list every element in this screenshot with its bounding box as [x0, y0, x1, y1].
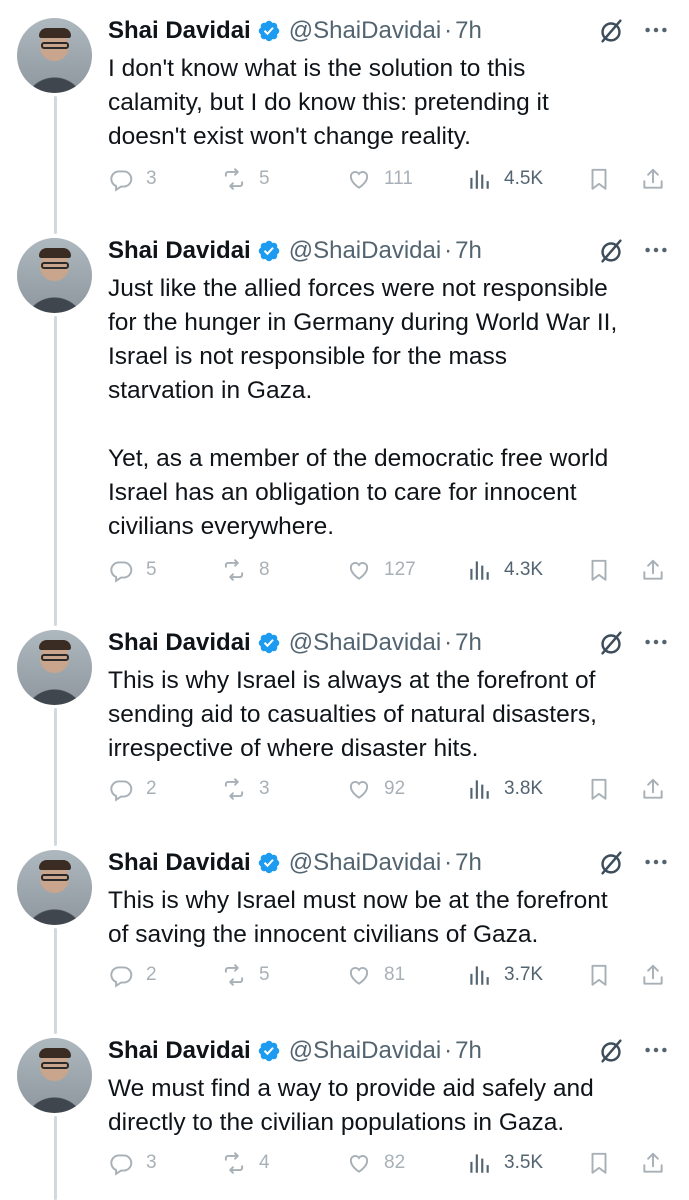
views-icon	[466, 1150, 498, 1176]
timestamp[interactable]: 7h	[455, 629, 482, 657]
timestamp[interactable]: 7h	[455, 1037, 482, 1065]
avatar-hair	[39, 640, 71, 650]
more-icon[interactable]	[641, 847, 671, 877]
views-wrapper: 3.5K	[108, 1146, 671, 1180]
views-count: 4.3K	[504, 559, 544, 580]
tweet-header: Shai Davidai @ShaiDavidai · 7h	[108, 1034, 669, 1068]
verified-badge-icon[interactable]	[257, 1039, 281, 1063]
separator-dot: ·	[444, 849, 453, 876]
tweet-header: Shai Davidai @ShaiDavidai · 7h	[108, 846, 669, 880]
verified-badge-icon[interactable]	[257, 239, 281, 263]
views-icon	[466, 557, 498, 583]
avatar-glasses	[41, 1062, 69, 1069]
grok-icon[interactable]	[595, 1035, 627, 1067]
timestamp[interactable]: 7h	[455, 237, 482, 265]
avatar[interactable]	[17, 18, 92, 93]
avatar[interactable]	[17, 850, 92, 925]
tweet-header: Shai Davidai @ShaiDavidai · 7h	[108, 234, 669, 268]
author-name[interactable]: Shai Davidai	[108, 237, 251, 265]
tweet[interactable]: Shai Davidai @ShaiDavidai · 7h Just like…	[0, 220, 689, 603]
avatar-glasses	[41, 654, 69, 661]
views-count: 3.8K	[504, 778, 544, 799]
grok-icon[interactable]	[595, 847, 627, 879]
author-name[interactable]: Shai Davidai	[108, 629, 251, 657]
views-count: 4.5K	[504, 168, 544, 189]
more-icon[interactable]	[641, 235, 671, 265]
views-wrapper: 4.3K	[108, 553, 671, 587]
views-icon	[466, 962, 498, 988]
author-handle[interactable]: @ShaiDavidai	[289, 17, 441, 45]
views-button[interactable]: 4.5K	[466, 162, 543, 196]
avatar-glasses	[41, 262, 69, 269]
views-icon	[466, 776, 498, 802]
separator-dot: ·	[444, 629, 453, 656]
separator-dot: ·	[444, 237, 453, 264]
avatar-hair	[39, 860, 71, 870]
verified-badge-icon[interactable]	[257, 851, 281, 875]
views-count: 3.5K	[504, 1152, 544, 1173]
views-button[interactable]: 3.8K	[466, 772, 543, 806]
views-count: 3.7K	[504, 964, 544, 985]
avatar[interactable]	[17, 1038, 92, 1113]
tweet[interactable]: Shai Davidai @ShaiDavidai · 7h This is w…	[0, 612, 689, 822]
tweet-header: Shai Davidai @ShaiDavidai · 7h	[108, 14, 669, 48]
avatar-hair	[39, 28, 71, 38]
author-name[interactable]: Shai Davidai	[108, 849, 251, 877]
author-name[interactable]: Shai Davidai	[108, 17, 251, 45]
more-icon[interactable]	[641, 627, 671, 657]
avatar-hair	[39, 1048, 71, 1058]
separator-dot: ·	[444, 1037, 453, 1064]
tweet-header: Shai Davidai @ShaiDavidai · 7h	[108, 626, 669, 660]
views-button[interactable]: 3.5K	[466, 1146, 543, 1180]
tweet-text: I don't know what is the solution to thi…	[108, 55, 549, 150]
tweet-text: We must find a way to provide aid safely…	[108, 1075, 594, 1136]
more-icon[interactable]	[641, 15, 671, 45]
views-wrapper: 4.5K	[108, 162, 671, 196]
verified-badge-icon[interactable]	[257, 19, 281, 43]
author-name[interactable]: Shai Davidai	[108, 1037, 251, 1065]
tweet[interactable]: Shai Davidai @ShaiDavidai · 7h We must f…	[0, 1020, 689, 1196]
views-button[interactable]: 4.3K	[466, 553, 543, 587]
avatar-glasses	[41, 874, 69, 881]
grok-icon[interactable]	[595, 235, 627, 267]
author-handle[interactable]: @ShaiDavidai	[289, 237, 441, 265]
grok-icon[interactable]	[595, 15, 627, 47]
more-icon[interactable]	[641, 1035, 671, 1065]
verified-badge-icon[interactable]	[257, 631, 281, 655]
timestamp[interactable]: 7h	[455, 17, 482, 45]
avatar[interactable]	[17, 630, 92, 705]
grok-icon[interactable]	[595, 627, 627, 659]
tweet-text: Just like the allied forces were not res…	[108, 275, 618, 540]
author-handle[interactable]: @ShaiDavidai	[289, 849, 441, 877]
author-handle[interactable]: @ShaiDavidai	[289, 1037, 441, 1065]
tweet[interactable]: Shai Davidai @ShaiDavidai · 7h This is w…	[0, 832, 689, 1008]
author-handle[interactable]: @ShaiDavidai	[289, 629, 441, 657]
views-button[interactable]: 3.7K	[466, 958, 543, 992]
avatar[interactable]	[17, 238, 92, 313]
views-wrapper: 3.7K	[108, 958, 671, 992]
tweet[interactable]: Shai Davidai @ShaiDavidai · 7h I don't k…	[0, 0, 689, 212]
views-icon	[466, 166, 498, 192]
views-wrapper: 3.8K	[108, 772, 671, 806]
avatar-glasses	[41, 42, 69, 49]
tweet-text: This is why Israel must now be at the fo…	[108, 887, 608, 948]
separator-dot: ·	[444, 17, 453, 44]
tweet-text: This is why Israel is always at the fore…	[108, 667, 597, 762]
timestamp[interactable]: 7h	[455, 849, 482, 877]
avatar-hair	[39, 248, 71, 258]
